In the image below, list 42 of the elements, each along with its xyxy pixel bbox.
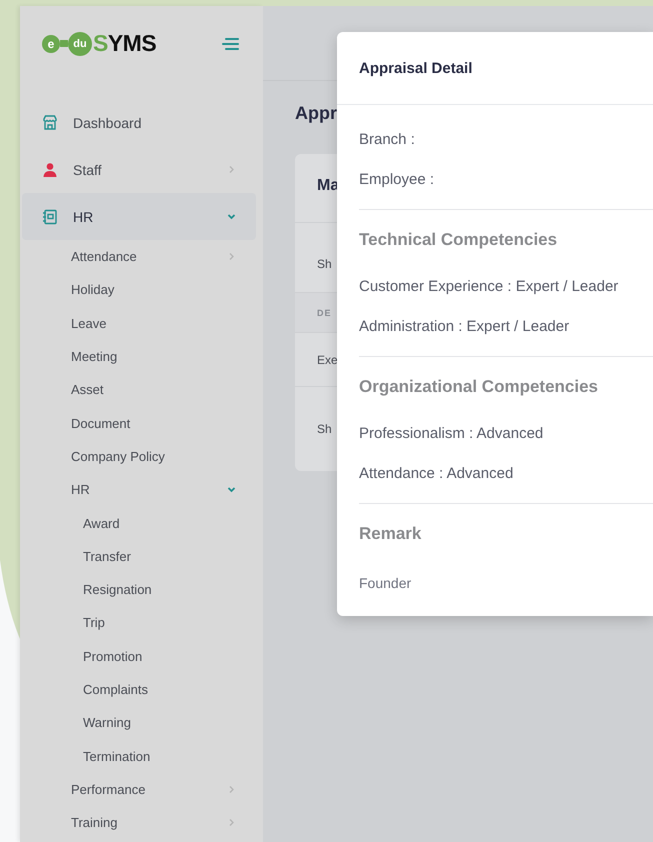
section-heading: Technical Competencies <box>359 229 558 251</box>
detail-text: Professionalism : Advanced <box>359 424 544 444</box>
submenu-item[interactable]: Asset <box>20 373 263 406</box>
submenu-item[interactable]: Award <box>20 506 263 540</box>
detail-text: Customer Experience : Expert / Leader <box>359 276 620 296</box>
submenu-item[interactable]: Transfer <box>20 540 263 573</box>
card-text: Sh <box>317 422 332 436</box>
submenu-item[interactable]: Company Policy <box>20 440 263 474</box>
card-text: Sh <box>317 256 332 270</box>
detail-text: Attendance : Advanced <box>359 464 514 484</box>
submenu-item[interactable]: Resignation <box>20 572 263 606</box>
submenu-item[interactable]: Promotion <box>20 640 263 673</box>
submenu-item[interactable]: Training <box>20 806 263 840</box>
submenu-item[interactable]: Meeting <box>20 340 263 374</box>
submenu-item[interactable]: Performance <box>20 772 263 806</box>
section-heading: Organizational Competencies <box>359 376 599 398</box>
submenu-item[interactable]: Complaints <box>20 672 263 706</box>
logo: e du SYMS <box>42 30 156 57</box>
modal-title: Appraisal Detail <box>359 60 472 76</box>
shop-icon <box>42 114 58 130</box>
detail-text: Founder <box>359 574 412 593</box>
submenu-item[interactable]: Document <box>20 406 263 440</box>
submenu-item[interactable]: HR <box>20 473 263 506</box>
person-icon <box>42 162 58 178</box>
submenu-item[interactable]: Trip <box>20 606 263 640</box>
menu-item[interactable]: Staff <box>20 146 256 193</box>
notebook-icon <box>42 208 58 224</box>
submenu-item[interactable]: Warning <box>20 706 263 740</box>
menu-icon[interactable] <box>222 38 239 50</box>
menu-item[interactable]: Dashboard <box>20 99 256 146</box>
submenu-item[interactable]: Attendance <box>20 240 263 274</box>
submenu-item[interactable]: Leave <box>20 306 263 340</box>
field-label: Branch : <box>359 130 416 150</box>
field-label: Employee : <box>359 170 436 190</box>
section-heading: Remark <box>359 523 422 545</box>
detail-text: Administration : Expert / Leader <box>359 316 570 336</box>
column-header: DE <box>317 308 332 318</box>
submenu-item[interactable]: Holiday <box>20 273 263 307</box>
page-title: Appr <box>295 103 338 124</box>
menu-item[interactable]: HR <box>22 193 256 240</box>
submenu-item[interactable]: Termination <box>20 739 263 773</box>
table-cell: Exe <box>317 352 338 366</box>
